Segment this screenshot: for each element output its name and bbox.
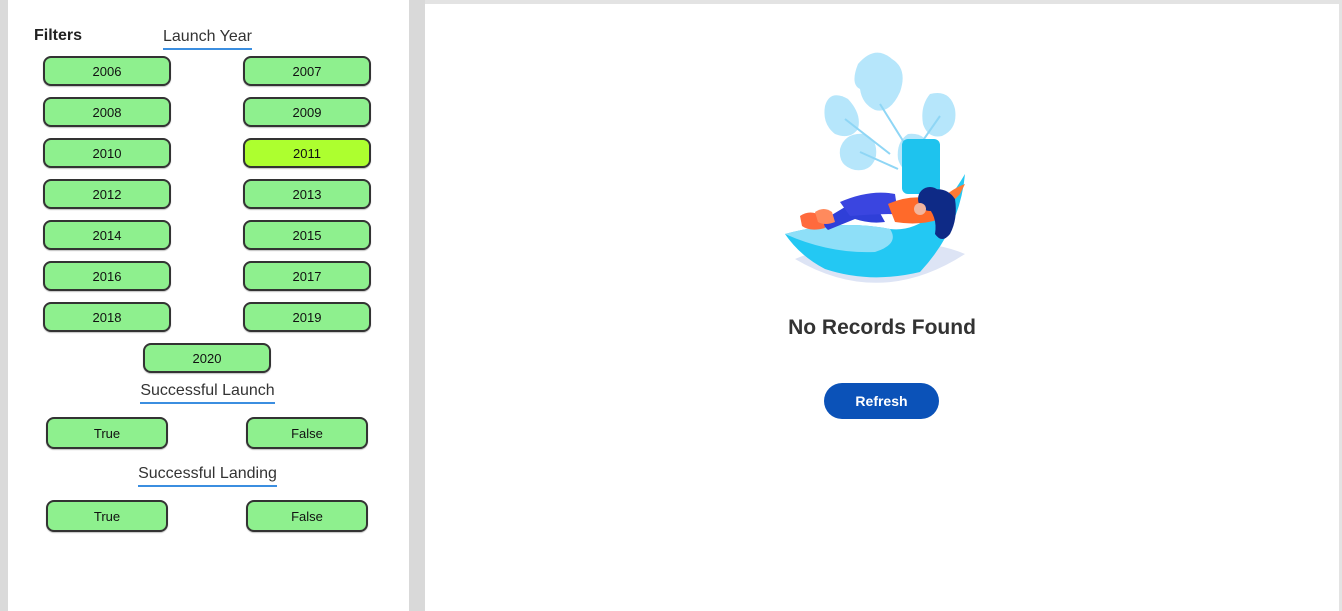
year-button-2016[interactable]: 2016 xyxy=(43,261,171,291)
year-button-2012[interactable]: 2012 xyxy=(43,179,171,209)
launch-false-button[interactable]: False xyxy=(246,417,368,449)
left-edge-strip xyxy=(0,0,8,611)
launch-year-heading: Launch Year xyxy=(163,28,252,50)
launch-true-button[interactable]: True xyxy=(46,417,168,449)
successful-launch-heading: Successful Launch xyxy=(140,382,275,404)
landing-true-button[interactable]: True xyxy=(46,500,168,532)
year-button-2007[interactable]: 2007 xyxy=(243,56,371,86)
year-button-2020[interactable]: 2020 xyxy=(143,343,271,373)
year-button-2017[interactable]: 2017 xyxy=(243,261,371,291)
person-relaxing-illustration-icon xyxy=(785,52,965,283)
panel-gutter xyxy=(409,0,425,611)
filters-sidebar: Filters Launch Year 2006 2007 2008 2009 … xyxy=(8,0,409,611)
year-button-2015[interactable]: 2015 xyxy=(243,220,371,250)
successful-landing-heading: Successful Landing xyxy=(138,465,277,487)
filters-title: Filters xyxy=(34,27,83,44)
refresh-button[interactable]: Refresh xyxy=(824,383,939,419)
results-panel: No Records Found Refresh xyxy=(425,4,1339,611)
empty-state-illustration xyxy=(780,44,985,294)
year-button-2006[interactable]: 2006 xyxy=(43,56,171,86)
year-button-2011[interactable]: 2011 xyxy=(243,138,371,168)
year-button-2014[interactable]: 2014 xyxy=(43,220,171,250)
year-button-2008[interactable]: 2008 xyxy=(43,97,171,127)
no-records-title: No Records Found xyxy=(788,316,976,339)
year-button-2019[interactable]: 2019 xyxy=(243,302,371,332)
year-button-2013[interactable]: 2013 xyxy=(243,179,371,209)
landing-false-button[interactable]: False xyxy=(246,500,368,532)
year-button-2010[interactable]: 2010 xyxy=(43,138,171,168)
year-button-2009[interactable]: 2009 xyxy=(243,97,371,127)
year-button-2018[interactable]: 2018 xyxy=(43,302,171,332)
